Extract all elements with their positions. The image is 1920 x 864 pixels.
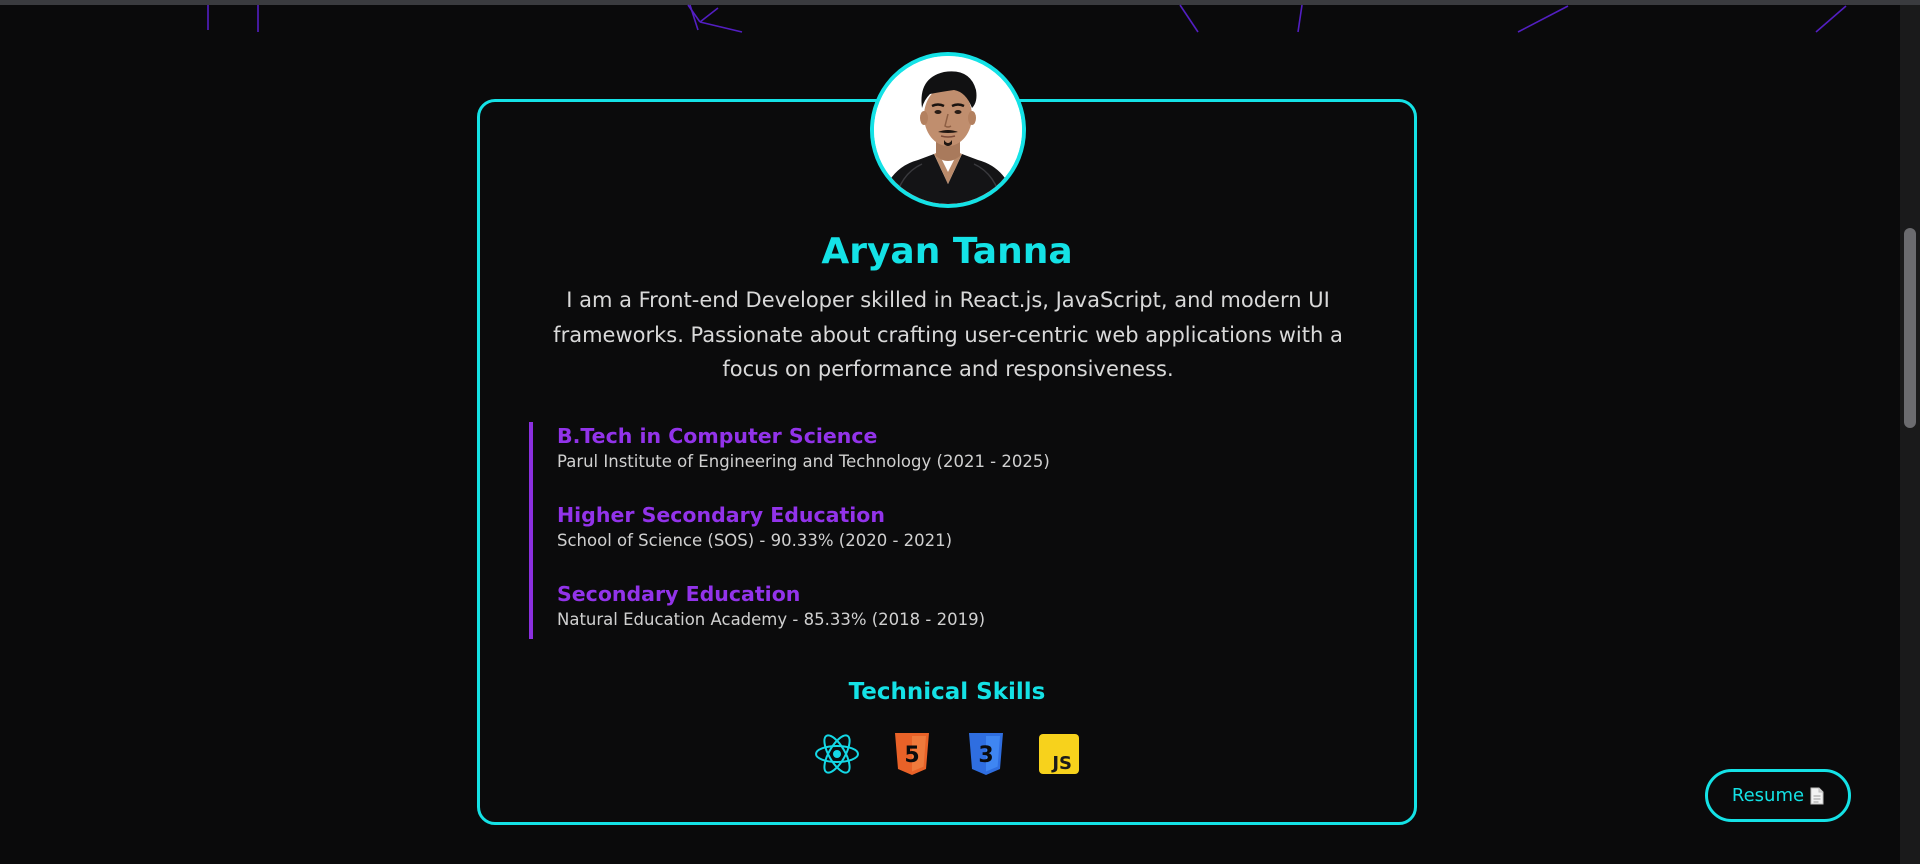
education-timeline: B.Tech in Computer Science Parul Institu… — [529, 422, 1249, 639]
avatar-portrait — [874, 56, 1022, 204]
html5-badge-text: 5 — [904, 743, 919, 768]
skills-title: Technical Skills — [848, 679, 1046, 705]
education-item: Higher Secondary Education School of Sci… — [557, 501, 952, 553]
education-item: B.Tech in Computer Science Parul Institu… — [557, 422, 1050, 474]
scrollbar-thumb[interactable] — [1904, 228, 1916, 428]
education-item: Secondary Education Natural Education Ac… — [557, 580, 985, 632]
education-detail: Parul Institute of Engineering and Techn… — [557, 452, 1050, 471]
profile-avatar — [870, 52, 1026, 208]
javascript-icon: JS — [1039, 734, 1079, 774]
css3-badge-text: 3 — [978, 743, 993, 768]
education-detail: School of Science (SOS) - 90.33% (2020 -… — [557, 531, 953, 550]
html5-icon: 5 — [895, 733, 929, 775]
profile-bio: I am a Front-end Developer skilled in Re… — [553, 288, 1343, 381]
document-icon — [1810, 787, 1824, 804]
css3-icon: 3 — [969, 733, 1003, 775]
resume-button-label: Resume — [1731, 785, 1805, 806]
education-detail: Natural Education Academy - 85.33% (2018… — [557, 610, 986, 629]
scrollbar-track[interactable] — [1900, 5, 1920, 864]
education-title: B.Tech in Computer Science — [557, 424, 878, 448]
portfolio-page: Aryan Tanna I am a Front-end Developer s… — [0, 0, 1920, 864]
resume-button[interactable]: Resume — [1705, 769, 1851, 822]
profile-name: Aryan Tanna — [821, 231, 1073, 272]
education-title: Higher Secondary Education — [557, 503, 885, 527]
react-icon — [815, 734, 859, 774]
js-badge-text: JS — [1050, 753, 1072, 774]
education-title: Secondary Education — [557, 582, 801, 606]
